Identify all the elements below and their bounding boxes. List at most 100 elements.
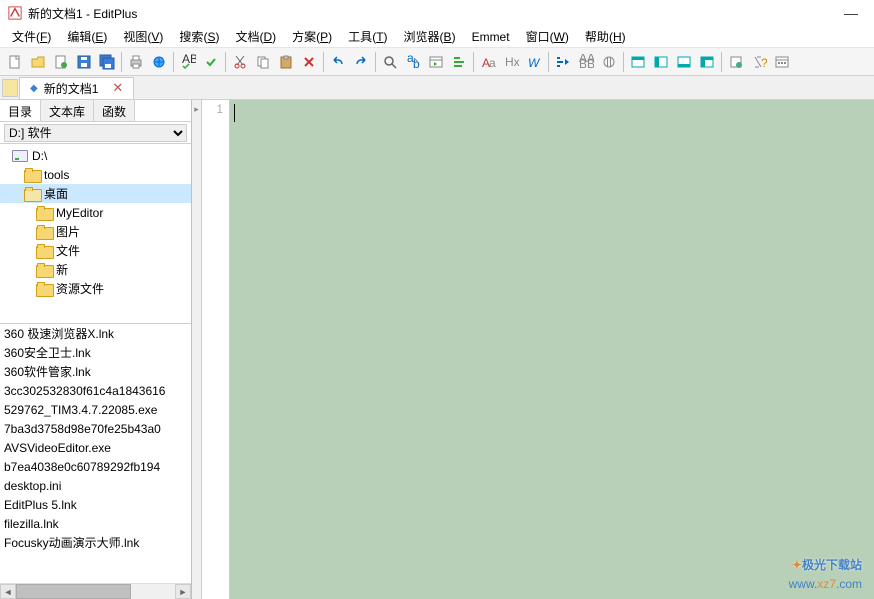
sidebar-h-scrollbar[interactable]: ◄► xyxy=(0,583,191,599)
redo-icon[interactable] xyxy=(350,51,372,73)
outdent-icon[interactable]: AABB xyxy=(575,51,597,73)
split-handle[interactable]: ▸ xyxy=(192,100,202,599)
file-item[interactable]: Focusky动画演示大师.lnk xyxy=(0,533,191,552)
svg-text:?: ? xyxy=(761,56,767,70)
save-all-icon[interactable] xyxy=(96,51,118,73)
folder-icon xyxy=(36,225,52,238)
panel3-icon[interactable] xyxy=(673,51,695,73)
save-icon[interactable] xyxy=(73,51,95,73)
print-icon[interactable] xyxy=(125,51,147,73)
svg-text:Hx: Hx xyxy=(505,55,519,69)
toolbar: ABC ab Aa Hx W AABB ? xyxy=(0,48,874,76)
menu-document[interactable]: 文档(D) xyxy=(227,26,284,47)
file-item[interactable]: 3cc302532830f61c4a1843616 xyxy=(0,381,191,400)
new-html-icon[interactable] xyxy=(50,51,72,73)
file-item[interactable]: 7ba3d3758d98e70fe25b43a0 xyxy=(0,419,191,438)
help-icon[interactable]: ? xyxy=(748,51,770,73)
close-tab-icon[interactable]: ✕ xyxy=(112,80,123,96)
new-icon[interactable] xyxy=(4,51,26,73)
validate-icon[interactable] xyxy=(200,51,222,73)
menu-browser[interactable]: 浏览器(B) xyxy=(396,26,464,47)
svg-text:BB: BB xyxy=(579,57,594,70)
column-icon[interactable] xyxy=(598,51,620,73)
document-tab-label: 新的文档1 xyxy=(44,80,99,97)
file-item[interactable]: 360 极速浏览器X.lnk xyxy=(0,324,191,343)
tree-item[interactable]: 资源文件 xyxy=(0,279,191,298)
tools-icon[interactable] xyxy=(725,51,747,73)
wordwrap-icon[interactable]: W xyxy=(523,51,545,73)
tree-item[interactable]: 文件 xyxy=(0,241,191,260)
menu-window[interactable]: 窗口(W) xyxy=(518,26,577,47)
copy-icon[interactable] xyxy=(252,51,274,73)
sidebar-tabs: 目录 文本库 函数 xyxy=(0,100,191,122)
file-list[interactable]: 360 极速浏览器X.lnk360安全卫士.lnk360软件管家.lnk3cc3… xyxy=(0,324,191,583)
hex-icon[interactable]: Hx xyxy=(500,51,522,73)
paste-icon[interactable] xyxy=(275,51,297,73)
tree-item[interactable]: D:\ xyxy=(0,146,191,165)
drive-select[interactable]: D:] 软件 xyxy=(4,124,187,142)
folder-icon xyxy=(36,244,52,257)
file-item[interactable]: 360软件管家.lnk xyxy=(0,362,191,381)
file-item[interactable]: AVSVideoEditor.exe xyxy=(0,438,191,457)
panel2-icon[interactable] xyxy=(650,51,672,73)
text-cursor xyxy=(234,104,235,122)
file-item[interactable]: 360安全卫士.lnk xyxy=(0,343,191,362)
panel1-icon[interactable] xyxy=(627,51,649,73)
directory-tree[interactable]: D:\tools桌面MyEditor图片文件新资源文件 xyxy=(0,144,191,324)
replace-icon[interactable]: ab xyxy=(402,51,424,73)
text-editor[interactable] xyxy=(230,100,874,599)
menu-bar: 文件(F) 编辑(E) 视图(V) 搜索(S) 文档(D) 方案(P) 工具(T… xyxy=(0,26,874,48)
tree-item-label: 新 xyxy=(56,261,68,278)
folder-icon xyxy=(24,187,40,200)
drive-selector-row: D:] 软件 xyxy=(0,122,191,144)
tree-item[interactable]: 图片 xyxy=(0,222,191,241)
sidebar-tab-directory[interactable]: 目录 xyxy=(0,100,41,121)
document-tab[interactable]: ◆ 新的文档1 ✕ xyxy=(19,77,134,99)
svg-text:a: a xyxy=(489,56,496,70)
title-bar: 新的文档1 - EditPlus — xyxy=(0,0,874,26)
tree-item[interactable]: MyEditor xyxy=(0,203,191,222)
menu-project[interactable]: 方案(P) xyxy=(284,26,340,47)
sidebar-tab-textlib[interactable]: 文本库 xyxy=(41,100,94,121)
tree-item[interactable]: 新 xyxy=(0,260,191,279)
bookmark-icon[interactable] xyxy=(448,51,470,73)
tree-item[interactable]: 桌面 xyxy=(0,184,191,203)
menu-file[interactable]: 文件(F) xyxy=(4,26,59,47)
goto-icon[interactable] xyxy=(425,51,447,73)
tree-item-label: 桌面 xyxy=(44,185,68,202)
menu-emmet[interactable]: Emmet xyxy=(464,28,518,46)
main-area: 目录 文本库 函数 D:] 软件 D:\tools桌面MyEditor图片文件新… xyxy=(0,100,874,599)
panel4-icon[interactable] xyxy=(696,51,718,73)
menu-help[interactable]: 帮助(H) xyxy=(577,26,634,47)
editor-area: ▸ 1 xyxy=(192,100,874,599)
undo-icon[interactable] xyxy=(327,51,349,73)
menu-search[interactable]: 搜索(S) xyxy=(171,26,227,47)
cut-icon[interactable] xyxy=(229,51,251,73)
folder-icon xyxy=(36,282,52,295)
tree-item-label: 文件 xyxy=(56,242,80,259)
find-icon[interactable] xyxy=(379,51,401,73)
tree-item[interactable]: tools xyxy=(0,165,191,184)
sidebar-tab-functions[interactable]: 函数 xyxy=(94,100,135,121)
folder-icon xyxy=(36,263,52,276)
menu-edit[interactable]: 编辑(E) xyxy=(59,26,115,47)
file-item[interactable]: desktop.ini xyxy=(0,476,191,495)
file-item[interactable]: b7ea4038e0c60789292fb194 xyxy=(0,457,191,476)
preview-icon[interactable] xyxy=(148,51,170,73)
tab-list-marker[interactable] xyxy=(2,79,18,97)
file-item[interactable]: EditPlus 5.lnk xyxy=(0,495,191,514)
window-title: 新的文档1 - EditPlus xyxy=(28,5,137,22)
file-item[interactable]: filezilla.lnk xyxy=(0,514,191,533)
open-icon[interactable] xyxy=(27,51,49,73)
settings-icon[interactable] xyxy=(771,51,793,73)
file-item[interactable]: 529762_TIM3.4.7.22085.exe xyxy=(0,400,191,419)
indent-icon[interactable] xyxy=(552,51,574,73)
menu-tools[interactable]: 工具(T) xyxy=(340,26,395,47)
spell-check-icon[interactable]: ABC xyxy=(177,51,199,73)
menu-view[interactable]: 视图(V) xyxy=(115,26,171,47)
folder-icon xyxy=(36,206,52,219)
tree-item-label: 图片 xyxy=(56,223,80,240)
delete-icon[interactable] xyxy=(298,51,320,73)
font-icon[interactable]: Aa xyxy=(477,51,499,73)
minimize-button[interactable]: — xyxy=(836,5,866,21)
